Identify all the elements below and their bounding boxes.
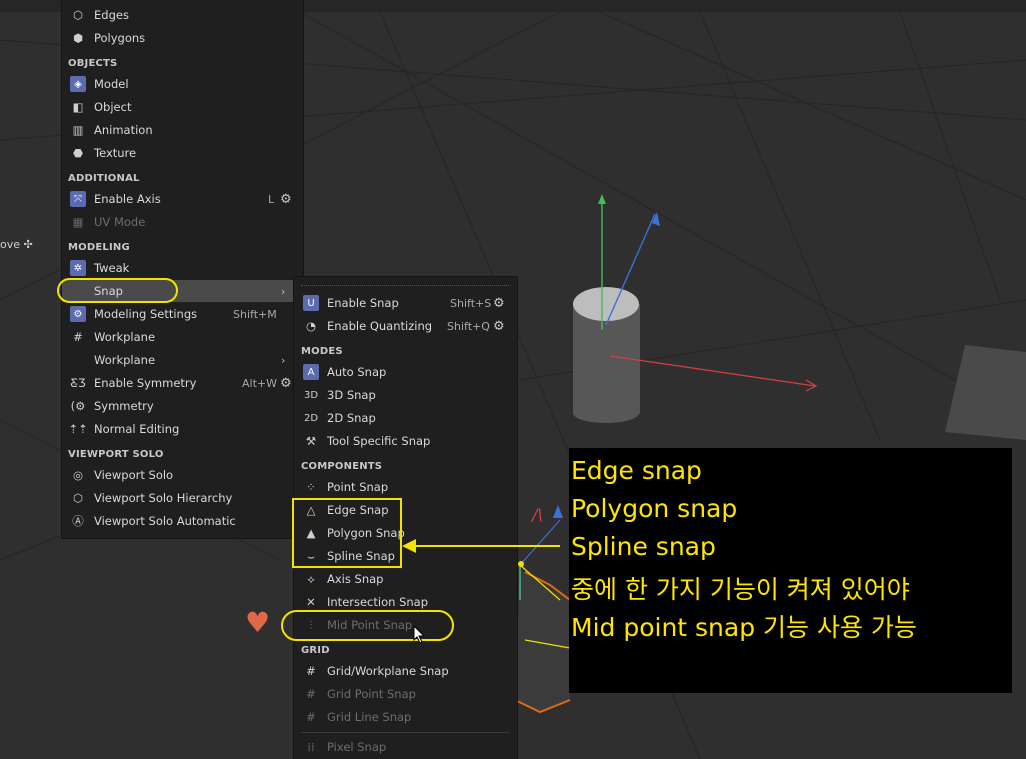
menu-item-workplane-submenu[interactable]: Workplane › — [62, 349, 303, 371]
highlight-components-box — [292, 498, 402, 568]
note-line: Mid point snap 기능 사용 가능 — [571, 613, 917, 642]
menu-item-grid-point-snap[interactable]: # Grid Point Snap — [294, 683, 517, 705]
hierarchy-icon: ⬡ — [72, 491, 84, 505]
menu-item-viewport-solo-hierarchy[interactable]: ⬡ Viewport Solo Hierarchy — [62, 487, 303, 509]
axis-snap-icon: ⟡ — [307, 571, 315, 586]
menu-item-auto-snap[interactable]: A Auto Snap — [294, 361, 517, 383]
grid-snap-icon: # — [306, 664, 316, 678]
object-icon: ◧ — [72, 100, 84, 114]
menu-item-viewport-solo-automatic[interactable]: Ⓐ Viewport Solo Automatic — [62, 510, 303, 532]
svg-text:/\: /\ — [530, 505, 543, 524]
note-line: 중에 한 가지 기능이 켜져 있어야 — [571, 575, 910, 604]
viewport-solo-icon: ◎ — [72, 468, 84, 482]
annotation-arrow — [402, 539, 560, 553]
menu-item-modeling-settings[interactable]: ⚙ Modeling Settings Shift+M — [62, 303, 303, 325]
highlight-mid-point-ellipse — [281, 610, 454, 641]
snap-context-menu-main: ⬡ Edges ⬢ Polygons OBJECTS ◈ Model ◧ Obj… — [62, 0, 303, 538]
3d-snap-icon: 3D — [303, 389, 319, 401]
edges-icon: ⬡ — [72, 8, 84, 22]
menu-item-axis-snap[interactable]: ⟡ Axis Snap — [294, 568, 517, 590]
submenu-arrow-icon: › — [281, 284, 286, 298]
menu-item-enable-quantizing[interactable]: ◔ Enable Quantizing Shift+Q ⚙ — [294, 315, 517, 337]
note-line: Spline snap — [571, 532, 716, 561]
note-line: Edge snap — [571, 456, 702, 485]
move-tool-label: ove ✣ — [0, 238, 33, 251]
texture-icon: ⬣ — [72, 146, 84, 160]
tool-snap-icon: ⚒ — [305, 434, 317, 448]
menu-item-pixel-snap[interactable]: ⁞⁞ Pixel Snap — [294, 736, 517, 758]
plane-object — [945, 345, 1026, 440]
menu-item-animation[interactable]: ▥ Animation — [62, 119, 303, 141]
section-modes: MODES — [301, 346, 343, 357]
tear-off-handle[interactable] — [301, 285, 509, 286]
annotation-note: Edge snap Polygon snap Spline snap 중에 한 … — [569, 448, 1012, 693]
menu-item-model[interactable]: ◈ Model — [62, 73, 303, 95]
menu-item-normal-editing[interactable]: ⇡⇡ Normal Editing — [62, 418, 303, 440]
gear-icon[interactable]: ⚙ — [493, 319, 505, 334]
menu-item-tweak[interactable]: ✲ Tweak — [62, 257, 303, 279]
shortcut-label: L — [268, 192, 275, 206]
grid-point-snap-icon: # — [306, 687, 316, 701]
menu-item-edges[interactable]: ⬡ Edges — [62, 4, 303, 26]
gear-icon[interactable]: ⚙ — [493, 296, 505, 311]
menu-item-enable-symmetry[interactable]: Ƹ̵Ʒ Enable Symmetry Alt+W ⚙ — [62, 372, 303, 394]
shortcut-label: Shift+M — [233, 307, 277, 321]
point-snap-icon: ⁘ — [306, 480, 316, 494]
automatic-icon: Ⓐ — [72, 514, 84, 528]
menu-item-polygons[interactable]: ⬢ Polygons — [62, 27, 303, 49]
heart-icon: ♥ — [245, 606, 271, 639]
grid-icon: # — [73, 330, 83, 344]
menu-item-symmetry[interactable]: (⚙ Symmetry — [62, 395, 303, 417]
menu-item-viewport-solo[interactable]: ◎ Viewport Solo — [62, 464, 303, 486]
uv-mode-icon: ▦ — [72, 215, 84, 229]
highlight-snap-ellipse — [57, 278, 178, 303]
normals-icon: ⇡⇡ — [68, 422, 88, 436]
note-line: Polygon snap — [571, 494, 738, 523]
menu-item-tool-specific-snap[interactable]: ⚒ Tool Specific Snap — [294, 430, 517, 452]
polygons-icon: ⬢ — [72, 31, 84, 45]
menu-item-3d-snap[interactable]: 3D 3D Snap — [294, 384, 517, 406]
gear-icon[interactable]: ⚙ — [280, 376, 292, 391]
model-icon: ◈ — [70, 76, 86, 92]
film-icon: ▥ — [72, 123, 84, 137]
symmetry-icon: (⚙ — [70, 399, 86, 413]
menu-item-enable-snap[interactable]: U Enable Snap Shift+S ⚙ — [294, 292, 517, 314]
shortcut-label: Shift+Q — [447, 319, 490, 333]
menu-item-uv-mode: ▦ UV Mode — [62, 211, 303, 233]
menu-item-workplane[interactable]: # Workplane — [62, 326, 303, 348]
butterfly-icon: Ƹ̵Ʒ — [70, 376, 86, 390]
section-additional: ADDITIONAL — [68, 173, 140, 184]
section-grid: GRID — [301, 645, 330, 656]
mouse-cursor-icon — [413, 625, 426, 644]
quantize-icon: ◔ — [305, 319, 317, 333]
magnet-icon: U — [303, 295, 319, 311]
2d-snap-icon: 2D — [303, 412, 319, 424]
section-objects: OBJECTS — [68, 58, 118, 69]
intersection-snap-icon: ✕ — [306, 595, 316, 609]
shortcut-label: Shift+S — [450, 296, 492, 310]
menu-item-texture[interactable]: ⬣ Texture — [62, 142, 303, 164]
section-components: COMPONENTS — [301, 461, 383, 472]
pixel-snap-icon: ⁞⁞ — [307, 740, 315, 754]
settings-icon: ⚙ — [70, 306, 86, 322]
section-modeling: MODELING — [68, 242, 130, 253]
menu-divider — [301, 732, 509, 733]
menu-item-grid-line-snap[interactable]: # Grid Line Snap — [294, 706, 517, 728]
gear-icon[interactable]: ⚙ — [280, 192, 292, 207]
menu-item-2d-snap[interactable]: 2D 2D Snap — [294, 407, 517, 429]
shortcut-label: Alt+W — [242, 376, 277, 390]
cylinder-object — [573, 287, 640, 423]
menu-item-object[interactable]: ◧ Object — [62, 96, 303, 118]
submenu-arrow-icon: › — [281, 353, 286, 367]
grid-line-snap-icon: # — [306, 710, 316, 724]
tweak-icon: ✲ — [70, 260, 86, 276]
menu-item-point-snap[interactable]: ⁘ Point Snap — [294, 476, 517, 498]
section-viewport-solo: VIEWPORT SOLO — [68, 449, 164, 460]
axis-icon: ⤧ — [70, 191, 86, 207]
auto-snap-icon: A — [303, 364, 319, 380]
menu-item-enable-axis[interactable]: ⤧ Enable Axis L ⚙ — [62, 188, 303, 210]
menu-item-grid-workplane-snap[interactable]: # Grid/Workplane Snap — [294, 660, 517, 682]
